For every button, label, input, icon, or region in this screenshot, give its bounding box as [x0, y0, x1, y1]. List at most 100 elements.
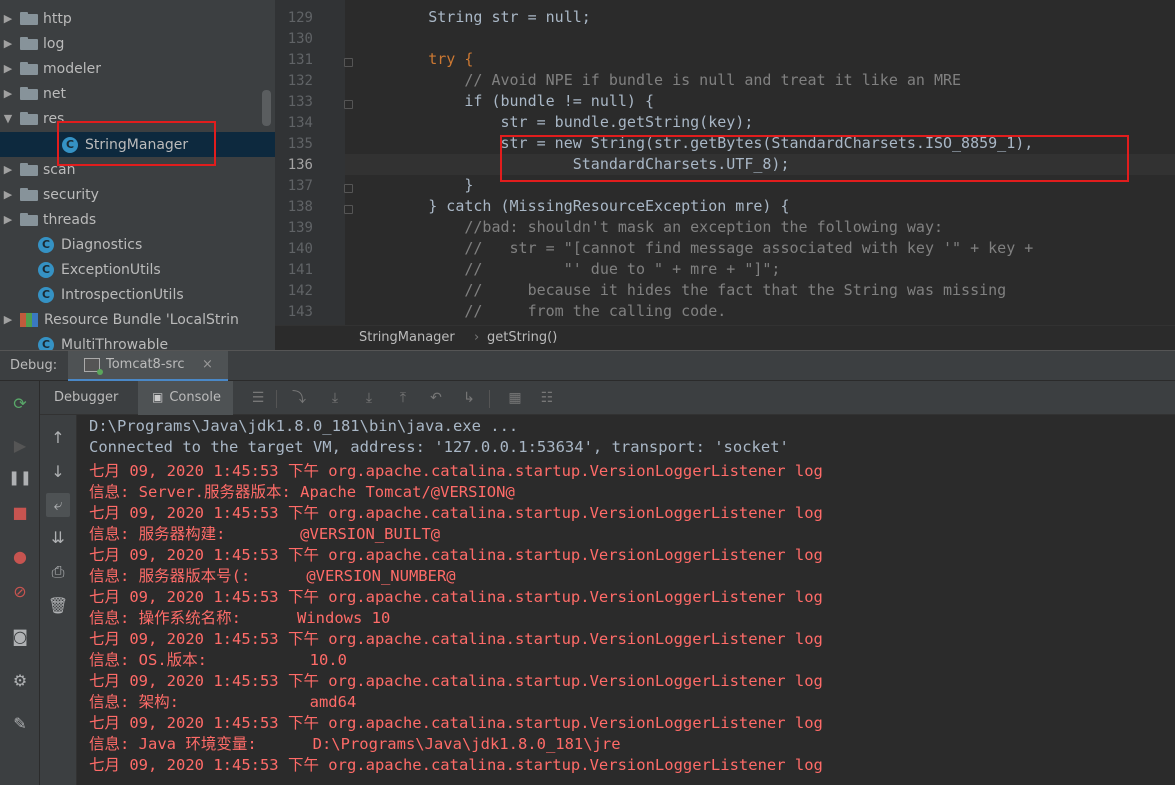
tree-item-exceptionutils[interactable]: C ExceptionUtils — [0, 257, 275, 282]
expand-arrow-icon[interactable]: ▶ — [0, 188, 16, 201]
console-line: D:\Programs\Java\jdk1.8.0_181\bin\java.e… — [89, 417, 519, 435]
console-line: 信息: 架构: amd64 — [89, 693, 357, 711]
line-number: 143 — [287, 304, 313, 320]
scroll-up-icon[interactable]: ↑ — [46, 425, 70, 449]
fold-marker-icon[interactable] — [344, 184, 353, 193]
expand-arrow-icon[interactable]: ▶ — [0, 12, 16, 25]
step-out-icon[interactable]: ↶ — [427, 389, 445, 407]
layout-icon[interactable]: ☰ — [249, 389, 267, 407]
pause-icon[interactable]: ❚❚ — [8, 466, 32, 490]
step-over-icon[interactable]: ⤓ — [326, 389, 344, 407]
close-icon[interactable]: × — [202, 357, 213, 372]
folder-icon — [20, 163, 38, 176]
resume-icon[interactable]: ▶ — [8, 433, 32, 457]
code-line: if (bundle != null) { — [356, 92, 655, 110]
line-number: 135 — [287, 136, 313, 152]
line-number: 131 — [287, 52, 313, 68]
breadcrumb-method[interactable]: getString() — [487, 330, 557, 345]
line-number: 137 — [287, 178, 313, 194]
debug-label: Debug: — [10, 358, 58, 373]
expand-arrow-icon[interactable]: ▶ — [0, 163, 16, 176]
line-number: 132 — [287, 73, 313, 89]
tree-item-diagnostics[interactable]: C Diagnostics — [0, 232, 275, 257]
console-side-toolbar: ↑ ↓ ⤶ ⇊ ⎙ 🗑 — [40, 415, 77, 785]
code-line: //bad: shouldn't mask an exception the f… — [356, 218, 943, 236]
scroll-to-end-icon[interactable]: ⇊ — [46, 525, 70, 549]
folder-icon — [20, 87, 38, 100]
trace-icon[interactable]: ☷ — [538, 389, 556, 407]
line-number: 142 — [287, 283, 313, 299]
code-line: StandardCharsets.UTF_8); — [356, 155, 790, 173]
class-icon: C — [38, 286, 54, 303]
folder-icon — [20, 213, 38, 226]
show-execution-point-icon[interactable]: ⤵ — [290, 389, 308, 407]
tree-item-modeler[interactable]: ▶ modeler — [0, 56, 275, 81]
mute-breakpoints-icon[interactable]: ⊘ — [8, 579, 32, 603]
run-to-cursor-icon[interactable]: ↳ — [460, 389, 478, 407]
console-line: 七月 09, 2020 1:45:53 下午 org.apache.catali… — [89, 462, 823, 480]
line-number: 140 — [287, 241, 313, 257]
code-line: str = bundle.getString(key); — [356, 113, 754, 131]
tree-item-net[interactable]: ▶ net — [0, 81, 275, 106]
resource-bundle-icon — [20, 312, 38, 327]
console-line: 信息: 服务器构建: @VERSION_BUILT@ — [89, 525, 441, 543]
tree-item-resource-bundle[interactable]: ▶ Resource Bundle 'LocalStrin — [0, 307, 275, 332]
line-number: 141 — [287, 262, 313, 278]
expand-arrow-icon[interactable]: ▶ — [0, 213, 16, 226]
console-line: 七月 09, 2020 1:45:53 下午 org.apache.catali… — [89, 588, 823, 606]
console-output[interactable]: D:\Programs\Java\jdk1.8.0_181\bin\java.e… — [78, 415, 1175, 785]
evaluate-expression-icon[interactable]: ▦ — [506, 389, 524, 407]
collapse-arrow-icon[interactable]: ▼ — [0, 112, 16, 125]
console-line: 信息: 操作系统名称: Windows 10 — [89, 609, 391, 627]
tree-item-security[interactable]: ▶ security — [0, 182, 275, 207]
settings-icon[interactable]: ⚙ — [8, 668, 32, 692]
fold-marker-icon[interactable] — [344, 58, 353, 67]
fold-marker-icon[interactable] — [344, 100, 353, 109]
editor-breadcrumb: StringManager › getString() — [275, 325, 1175, 349]
rerun-icon[interactable]: ⟳ — [8, 391, 32, 415]
scroll-down-icon[interactable]: ↓ — [46, 459, 70, 483]
tree-item-stringmanager[interactable]: C StringManager — [0, 132, 275, 157]
tree-item-log[interactable]: ▶ log — [0, 31, 275, 56]
clear-all-icon[interactable]: 🗑 — [46, 593, 70, 617]
pin-icon[interactable]: ✎ — [8, 711, 32, 735]
breadcrumb-class[interactable]: StringManager — [359, 330, 455, 345]
debug-session-tab[interactable]: Tomcat8-src × — [68, 351, 228, 381]
force-step-into-icon[interactable]: ⤒ — [394, 389, 412, 407]
expand-arrow-icon[interactable]: ▶ — [0, 62, 16, 75]
soft-wrap-icon[interactable]: ⤶ — [46, 493, 70, 517]
tree-item-http[interactable]: ▶ http — [0, 6, 275, 31]
expand-arrow-icon[interactable]: ▶ — [0, 37, 16, 50]
tab-console[interactable]: ▣ Console — [138, 381, 233, 415]
tree-item-introspectionutils[interactable]: C IntrospectionUtils — [0, 282, 275, 307]
line-number: 138 — [287, 199, 313, 215]
tree-item-scan[interactable]: ▶ scan — [0, 157, 275, 182]
fold-marker-icon[interactable] — [344, 205, 353, 214]
code-line: try { — [356, 50, 474, 68]
tree-item-multithrowable[interactable]: C MultiThrowable — [0, 332, 275, 350]
stop-icon[interactable]: ■ — [8, 500, 32, 524]
code-line: // because it hides the fact that the St… — [356, 281, 1007, 299]
tab-debugger[interactable]: Debugger — [40, 381, 130, 415]
code-line: // "' due to " + mre + "]"; — [356, 260, 781, 278]
code-editor[interactable]: 129 130 131 132 133 134 135 136 137 138 … — [275, 0, 1175, 325]
expand-arrow-icon[interactable]: ▶ — [0, 87, 16, 100]
console-line: 七月 09, 2020 1:45:53 下午 org.apache.catali… — [89, 504, 823, 522]
console-line: 信息: OS.版本: 10.0 — [89, 651, 347, 669]
tree-scrollbar[interactable] — [262, 90, 271, 126]
print-icon[interactable]: ⎙ — [46, 560, 70, 584]
line-number: 139 — [287, 220, 313, 236]
step-into-icon[interactable]: ⤓ — [360, 389, 378, 407]
line-number: 134 — [287, 115, 313, 131]
console-line: 七月 09, 2020 1:45:53 下午 org.apache.catali… — [89, 630, 823, 648]
expand-arrow-icon[interactable]: ▶ — [0, 313, 16, 326]
console-icon: ▣ — [152, 390, 164, 404]
tree-item-threads[interactable]: ▶ threads — [0, 207, 275, 232]
tree-item-res[interactable]: ▼ res — [0, 106, 275, 131]
code-line: } — [356, 176, 474, 194]
view-breakpoints-icon[interactable]: ● — [8, 544, 32, 568]
camera-icon[interactable]: ◙ — [8, 624, 32, 648]
console-line: 七月 09, 2020 1:45:53 下午 org.apache.catali… — [89, 672, 823, 690]
console-line: 信息: Server.服务器版本: Apache Tomcat/@VERSION… — [89, 483, 515, 501]
tomcat-run-icon — [84, 358, 103, 375]
